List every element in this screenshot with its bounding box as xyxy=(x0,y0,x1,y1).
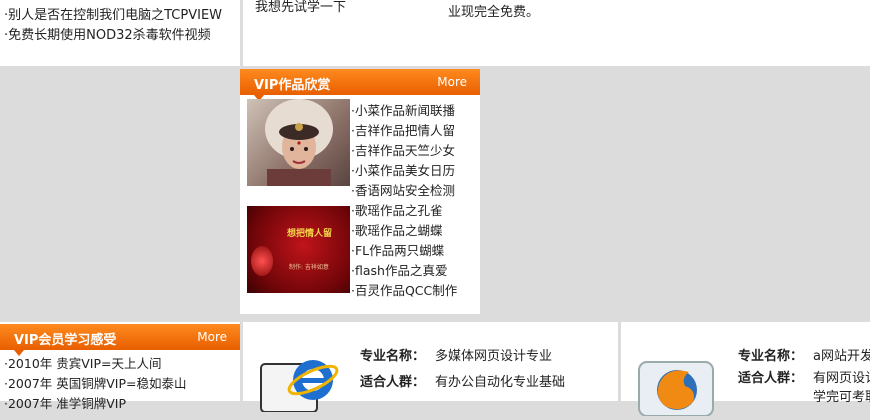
thumb-portrait-image xyxy=(265,99,333,186)
vip-works-title: VIP作品欣赏 xyxy=(254,78,331,93)
vip-works-header: VIP作品欣赏 More xyxy=(240,69,480,101)
vip-feelings-title: VIP会员学习感受 xyxy=(14,333,117,348)
list-item[interactable]: ·小菜作品新闻联播 xyxy=(351,101,457,121)
list-item[interactable]: ·2007年 英国铜牌VIP=稳如泰山 xyxy=(4,374,187,394)
list-item[interactable]: ·歌瑶作品之蝴蝶 xyxy=(351,221,457,241)
thumb2-subtitle: 制作: 吉祥如意 xyxy=(289,264,329,271)
course2-name-value: a网站开发 xyxy=(813,349,870,364)
course2-extra-value: 学完可考取 xyxy=(813,390,870,405)
course2-people-label: 适合人群： xyxy=(738,371,804,386)
thumb-lovers[interactable]: 想把情人留 制作: 吉祥如意 xyxy=(247,206,350,293)
course-panel-web-dev: 专业名称： a网站开发 适合人群： 有网页设计 学完可考取 xyxy=(621,322,870,417)
news-link-tcpview[interactable]: ·别人是否在控制我们电脑之TCPVIEW xyxy=(4,8,222,24)
list-item[interactable]: ·2007年 准学铜牌VIP xyxy=(4,394,187,414)
vip-feelings-header: VIP会员学习感受 More xyxy=(0,324,240,356)
course2-people-value: 有网页设计 xyxy=(813,371,870,386)
vip-works-list: ·小菜作品新闻联播 ·吉祥作品把情人留 ·吉祥作品天竺少女 ·小菜作品美女日历 … xyxy=(351,101,457,301)
list-item[interactable]: ·歌瑶作品之孔雀 xyxy=(351,201,457,221)
course1-people-label: 适合人群： xyxy=(360,375,426,390)
list-item[interactable]: ·小菜作品美女日历 xyxy=(351,161,457,181)
ie-icon xyxy=(259,352,339,413)
top-left-panel: ·别人是否在控制我们电脑之TCPVIEW ·免费长期使用NOD32杀毒软件视频 xyxy=(0,0,240,66)
course1-people-value: 有办公自动化专业基础 xyxy=(435,375,566,390)
list-item[interactable]: ·flash作品之真爱 xyxy=(351,261,457,281)
vip-feelings-list: ·2010年 贵宾VIP=天上人间 ·2007年 英国铜牌VIP=稳如泰山 ·2… xyxy=(4,354,187,414)
flower-icon xyxy=(251,246,273,276)
vip-works-more-link[interactable]: More xyxy=(437,75,467,89)
firefox-icon xyxy=(637,356,717,417)
vip-works-panel: VIP作品欣赏 More 想把情人留 制作: 吉祥如意 ·小菜作品新闻联播 ·吉… xyxy=(240,69,480,314)
list-item[interactable]: ·吉祥作品天竺少女 xyxy=(351,141,457,161)
free-text: 业现完全免费。 xyxy=(448,5,540,20)
trial-text: 我想先试学一下 xyxy=(255,0,347,15)
news-link-nod32[interactable]: ·免费长期使用NOD32杀毒软件视频 xyxy=(4,28,211,44)
top-right-panel: 我想先试学一下 业现完全免费。 xyxy=(243,0,870,66)
course-panel-multimedia: 专业名称： 多媒体网页设计专业 适合人群： 有办公自动化专业基础 xyxy=(243,322,618,413)
thumb-indian-girl[interactable] xyxy=(247,99,350,186)
vip-feelings-panel: VIP会员学习感受 More ·2010年 贵宾VIP=天上人间 ·2007年 … xyxy=(0,322,240,411)
vip-feelings-more-link[interactable]: More xyxy=(197,330,227,344)
list-item[interactable]: ·FL作品两只蝴蝶 xyxy=(351,241,457,261)
thumb2-title: 想把情人留 xyxy=(287,229,333,239)
list-item[interactable]: ·香语网站安全检测 xyxy=(351,181,457,201)
list-item[interactable]: ·2010年 贵宾VIP=天上人间 xyxy=(4,354,187,374)
course1-name-value: 多媒体网页设计专业 xyxy=(435,349,553,364)
course2-name-label: 专业名称： xyxy=(738,349,804,364)
list-item[interactable]: ·百灵作品QCC制作 xyxy=(351,281,457,301)
course1-name-label: 专业名称： xyxy=(360,349,426,364)
list-item[interactable]: ·吉祥作品把情人留 xyxy=(351,121,457,141)
